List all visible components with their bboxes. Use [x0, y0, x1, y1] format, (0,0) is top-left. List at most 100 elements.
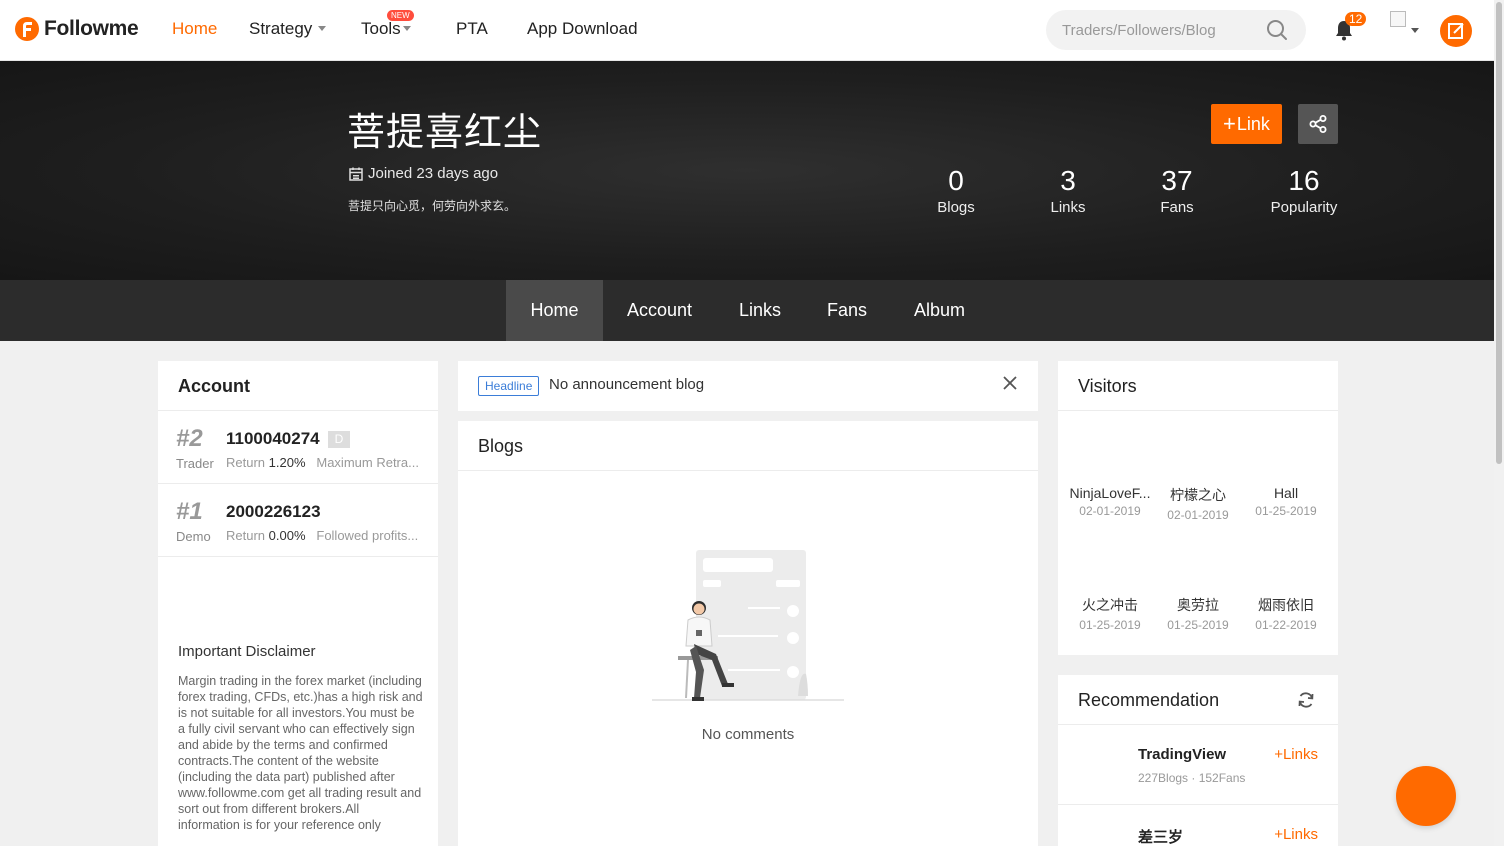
profile-header: 菩提喜红尘 Joined 23 days ago 菩提只向心觅，何劳向外求玄。 …: [0, 61, 1494, 280]
top-navigation: Followme Home Strategy Tools NEW PTA App…: [0, 0, 1494, 61]
visitor-date: 02-01-2019: [1167, 508, 1229, 522]
visitor-name: Hall: [1273, 485, 1299, 501]
visitor-name: NinjaLoveF...: [1069, 485, 1151, 501]
nav-strategy-label: Strategy: [249, 19, 313, 38]
share-icon: [1309, 115, 1327, 133]
stat-fans[interactable]: 37 Fans: [1147, 165, 1207, 216]
user-avatar[interactable]: [1390, 11, 1406, 27]
link-button-label: Link: [1236, 113, 1270, 134]
followme-logo[interactable]: Followme: [14, 14, 139, 44]
return-value: 0.00%: [268, 528, 306, 543]
stat-label: Links: [1050, 199, 1086, 216]
nav-tools-label: Tools: [361, 19, 401, 38]
refresh-icon[interactable]: [1296, 690, 1316, 710]
account-card-header: Account: [158, 361, 438, 411]
visitors-card: Visitors NinjaLoveF... 02-01-2019 柠檬之心 0…: [1058, 361, 1338, 655]
blogs-card-header: Blogs: [458, 421, 1038, 471]
visitor-item[interactable]: 奥劳拉 01-25-2019: [1154, 595, 1242, 632]
visitor-item[interactable]: Hall 01-25-2019: [1242, 485, 1330, 518]
account-tag: D: [328, 431, 350, 448]
visitor-name: 奥劳拉: [1177, 597, 1219, 613]
search-input[interactable]: [1062, 19, 1262, 41]
stat-links[interactable]: 3 Links: [1038, 165, 1098, 216]
recommendation-item[interactable]: 差三岁 +Links: [1058, 805, 1338, 846]
close-icon[interactable]: [1002, 375, 1018, 391]
visitor-item[interactable]: NinjaLoveF... 02-01-2019: [1066, 485, 1154, 518]
visitor-date: 01-25-2019: [1167, 618, 1229, 632]
nav-app-download[interactable]: App Download: [527, 19, 638, 39]
new-badge: NEW: [387, 10, 414, 21]
visitor-name: 烟雨依旧: [1258, 597, 1314, 613]
headline-text: No announcement blog: [549, 376, 705, 393]
logo-text: Followme: [44, 17, 139, 40]
tab-account[interactable]: Account: [612, 280, 707, 341]
visitors-card-header: Visitors: [1058, 361, 1338, 411]
plus-icon: +: [1274, 826, 1283, 843]
write-post-button[interactable]: [1440, 15, 1472, 47]
visitor-item[interactable]: 烟雨依旧 01-22-2019: [1242, 595, 1330, 632]
joined-text: Joined 23 days ago: [368, 165, 499, 182]
account-row[interactable]: #2 Trader 1100040274 D Return 1.20% Maxi…: [158, 411, 438, 484]
account-rank: #2: [176, 425, 203, 452]
return-value: 1.20%: [268, 455, 306, 470]
stat-popularity[interactable]: 16 Popularity: [1264, 165, 1344, 216]
account-extra: Followed profits...: [316, 528, 419, 543]
stat-value: 37: [1161, 165, 1193, 196]
blogs-card: Blogs No comments: [458, 421, 1038, 846]
plus-icon: +: [1274, 746, 1283, 763]
tab-home[interactable]: Home: [506, 280, 603, 341]
return-label: Return: [226, 528, 266, 543]
disclaimer-text: Margin trading in the forex market (incl…: [178, 674, 423, 832]
calendar-icon: [349, 167, 363, 181]
tab-links[interactable]: Links: [723, 280, 797, 341]
account-number: 1100040274: [226, 429, 320, 448]
notification-count: 12: [1345, 12, 1367, 26]
chevron-down-icon: [402, 25, 411, 31]
floating-action-button[interactable]: [1396, 766, 1456, 826]
recommendation-meta: 227Blogs · 152Fans: [1138, 771, 1246, 785]
recommendation-item[interactable]: TradingView 227Blogs · 152Fans +Links: [1058, 725, 1338, 805]
recommendation-card-title: Recommendation: [1078, 690, 1220, 710]
add-link-button[interactable]: +Links: [1274, 826, 1318, 843]
account-rank: #1: [176, 498, 203, 525]
nav-home[interactable]: Home: [172, 19, 217, 39]
nav-strategy[interactable]: Strategy: [249, 19, 327, 39]
empty-state-illustration: [652, 550, 844, 701]
account-meta: Return 1.20% Maximum Retra...: [226, 455, 426, 470]
account-number: 2000226123: [226, 502, 321, 521]
stat-label: Popularity: [1270, 199, 1338, 216]
edit-icon: [1448, 23, 1464, 39]
stat-blogs[interactable]: 0 Blogs: [926, 165, 986, 216]
account-meta: Return 0.00% Followed profits...: [226, 528, 426, 543]
stat-label: Blogs: [937, 199, 975, 216]
share-button[interactable]: [1298, 104, 1338, 144]
scrollbar-thumb[interactable]: [1496, 2, 1502, 464]
recommendation-card-header: Recommendation: [1058, 675, 1338, 725]
blogs-card-title: Blogs: [478, 436, 524, 456]
visitor-date: 01-22-2019: [1255, 618, 1317, 632]
recommendation-name: TradingView: [1138, 746, 1227, 763]
chevron-down-icon[interactable]: [1411, 28, 1419, 33]
account-row[interactable]: #1 Demo 2000226123 Return 0.00% Followed…: [158, 484, 438, 557]
chevron-down-icon: [318, 25, 327, 31]
add-link-button[interactable]: +Links: [1274, 746, 1318, 763]
stat-value: 0: [948, 165, 964, 196]
visitor-item[interactable]: 火之冲击 01-25-2019: [1066, 595, 1154, 632]
profile-motto: 菩提只向心觅，何劳向外求玄。: [348, 199, 517, 213]
stat-label: Fans: [1160, 199, 1194, 216]
tab-album[interactable]: Album: [898, 280, 981, 341]
tab-fans[interactable]: Fans: [814, 280, 880, 341]
recommendation-name: 差三岁: [1138, 829, 1184, 846]
headline-tag: Headline: [478, 376, 540, 396]
nav-tools[interactable]: Tools: [361, 19, 411, 39]
profile-name: 菩提喜红尘: [347, 112, 543, 154]
empty-state-text: No comments: [701, 726, 795, 743]
nav-pta[interactable]: PTA: [456, 19, 488, 39]
add-link-label: Links: [1282, 746, 1318, 763]
search-icon[interactable]: [1266, 19, 1288, 41]
stat-value: 3: [1060, 165, 1076, 196]
page-scrollbar[interactable]: [1494, 0, 1504, 846]
visitor-item[interactable]: 柠檬之心 02-01-2019: [1154, 485, 1242, 522]
visitor-name: 柠檬之心: [1170, 487, 1226, 503]
link-button[interactable]: + Link: [1211, 104, 1282, 144]
